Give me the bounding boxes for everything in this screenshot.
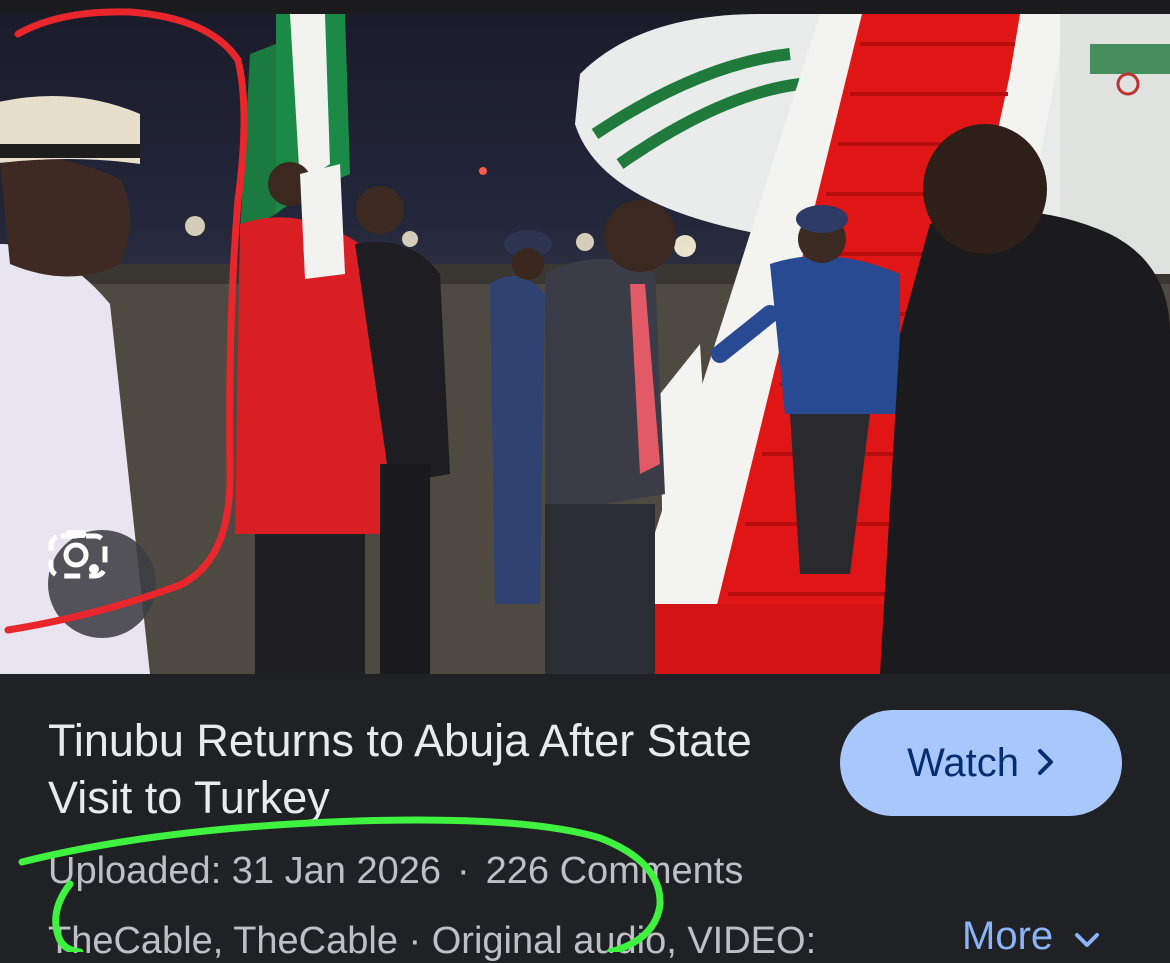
top-strip	[0, 0, 1170, 14]
upload-date: Uploaded: 31 Jan 2026	[48, 850, 441, 892]
google-lens-icon	[48, 530, 108, 579]
video-source-line: TheCable, TheCable · Original audio, VID…	[48, 920, 817, 962]
more-button[interactable]: More	[962, 914, 1100, 959]
chevron-right-icon	[1037, 741, 1055, 786]
video-thumbnail[interactable]	[0, 14, 1170, 674]
video-meta: Uploaded: 31 Jan 2026 · 226 Comments	[48, 850, 743, 893]
chevron-down-icon	[1074, 914, 1100, 959]
thumbnail-scene	[0, 14, 1170, 674]
watch-button-label: Watch	[907, 740, 1019, 785]
google-lens-button[interactable]	[48, 530, 156, 638]
more-label: More	[962, 914, 1054, 958]
watch-button[interactable]: Watch	[840, 710, 1122, 816]
video-info-panel: Tinubu Returns to Abuja After State Visi…	[0, 674, 1170, 962]
meta-separator: ·	[457, 850, 470, 892]
comment-count[interactable]: 226 Comments	[486, 850, 744, 892]
video-title[interactable]: Tinubu Returns to Abuja After State Visi…	[48, 712, 768, 826]
